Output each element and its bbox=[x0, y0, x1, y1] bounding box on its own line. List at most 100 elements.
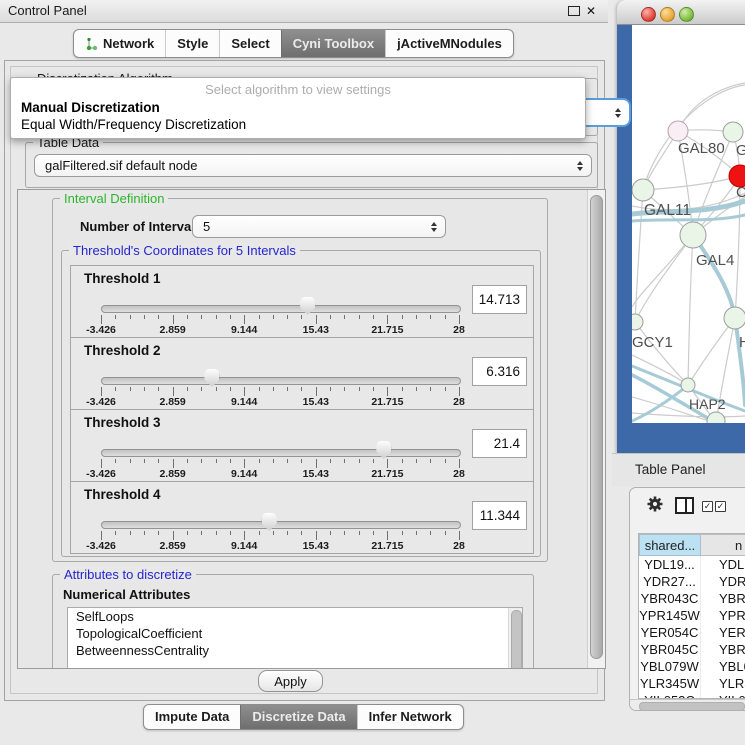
tab-discretize-data[interactable]: Discretize Data bbox=[240, 705, 356, 729]
network-node[interactable] bbox=[668, 121, 688, 141]
table-row[interactable]: YBR043CYBR0 bbox=[639, 590, 745, 607]
network-graph[interactable]: GAL80GACGAL11GAL4HGCY1HAP2 bbox=[632, 25, 745, 423]
threshold-value-field[interactable]: 11.344 bbox=[472, 501, 527, 530]
table-cell: YBR043C bbox=[639, 590, 701, 607]
tab-cyni-toolbox[interactable]: Cyni Toolbox bbox=[281, 30, 385, 57]
numerical-attributes-list: SelfLoopsTopologicalCoefficientBetweenne… bbox=[67, 607, 523, 669]
slider-track[interactable] bbox=[101, 377, 461, 385]
combobox-arrows-icon bbox=[577, 161, 583, 171]
table-cell: YIL052C bbox=[639, 692, 701, 699]
combobox-arrows-icon bbox=[615, 108, 621, 118]
threshold-value-field[interactable]: 14.713 bbox=[472, 285, 527, 314]
table-row[interactable]: YER054CYER0 bbox=[639, 624, 745, 641]
network-node[interactable] bbox=[681, 378, 695, 392]
network-node-label: HAP2 bbox=[689, 396, 726, 412]
table-row[interactable]: YLR345WYLR3 bbox=[639, 675, 745, 692]
table-row[interactable]: YBR045CYBR0 bbox=[639, 641, 745, 658]
tab-label: Style bbox=[177, 31, 208, 56]
table-row[interactable]: YBL079WYBL0 bbox=[639, 658, 745, 675]
tab-style[interactable]: Style bbox=[165, 30, 219, 57]
float-window-icon[interactable] bbox=[568, 6, 580, 16]
slider-track[interactable] bbox=[101, 449, 461, 457]
network-node[interactable] bbox=[632, 179, 654, 201]
table-cell: YDR2 bbox=[701, 573, 745, 590]
slider-track[interactable] bbox=[101, 305, 461, 313]
close-window-icon[interactable] bbox=[641, 7, 656, 22]
table-cell: YIL0 bbox=[701, 692, 745, 699]
table-horizontal-scrollbar[interactable] bbox=[630, 699, 745, 711]
table-scrollbar-thumb[interactable] bbox=[639, 702, 745, 711]
gear-icon[interactable] bbox=[646, 495, 664, 513]
table-panel-title: Table Panel bbox=[635, 462, 706, 477]
table-row[interactable]: YPR145WYPR1 bbox=[639, 607, 745, 624]
table-row[interactable]: YIL052CYIL0 bbox=[639, 692, 745, 699]
threshold-label: Threshold 1 bbox=[84, 271, 161, 286]
column-header-2[interactable]: n bbox=[701, 534, 745, 556]
close-panel-icon[interactable]: ✕ bbox=[586, 3, 596, 19]
number-of-intervals-combobox[interactable]: 5 bbox=[192, 215, 446, 238]
tab-infer-network[interactable]: Infer Network bbox=[357, 705, 463, 729]
network-edge-highlighted bbox=[735, 318, 745, 405]
network-node-label: GA bbox=[736, 142, 745, 159]
table-cell: YPR145W bbox=[639, 607, 701, 624]
tab-impute-data[interactable]: Impute Data bbox=[144, 705, 240, 729]
network-node[interactable] bbox=[724, 307, 745, 329]
attributes-group-title: Attributes to discretize bbox=[60, 567, 196, 582]
zoom-window-icon[interactable] bbox=[679, 7, 694, 22]
table-cell: YLR3 bbox=[701, 675, 745, 692]
table-cell: YBR0 bbox=[701, 641, 745, 658]
attribute-item[interactable]: SelfLoops bbox=[68, 608, 522, 625]
table-data-combobox[interactable]: galFiltered.sif default node bbox=[34, 154, 592, 177]
network-canvas[interactable]: GAL80GACGAL11GAL4HGCY1HAP2 bbox=[632, 25, 745, 423]
tab-jactivemnodules[interactable]: jActiveMNodules bbox=[385, 30, 513, 57]
threshold-panel-4: Threshold 4-3.4262.8599.14415.4321.71528… bbox=[70, 481, 534, 554]
network-window-titlebar[interactable] bbox=[617, 0, 745, 25]
threshold-value-field[interactable]: 21.4 bbox=[472, 429, 527, 458]
table-cell: YDL1 bbox=[701, 556, 745, 573]
column-header-1[interactable]: shared... bbox=[639, 534, 701, 556]
threshold-value-field[interactable]: 6.316 bbox=[472, 357, 527, 386]
table-cell: YER0 bbox=[701, 624, 745, 641]
slider-track[interactable] bbox=[101, 521, 461, 529]
settings-scrollbar[interactable] bbox=[587, 190, 605, 668]
popup-item-2[interactable]: Equal Width/Frequency Discretization bbox=[21, 117, 246, 132]
network-node[interactable] bbox=[680, 222, 706, 248]
combobox-arrows-icon bbox=[431, 222, 437, 232]
list-scrollbar-thumb[interactable] bbox=[511, 610, 522, 669]
attribute-item[interactable]: BetweennessCentrality bbox=[68, 642, 522, 659]
network-edge bbox=[635, 322, 688, 385]
table-row[interactable]: YDR27...YDR2 bbox=[639, 573, 745, 590]
attribute-item[interactable]: TopologicalCoefficient bbox=[68, 625, 522, 642]
popup-item-1[interactable]: Manual Discretization bbox=[21, 100, 160, 115]
table-row[interactable]: YDL19...YDL1 bbox=[639, 556, 745, 573]
settings-scrollbar-thumb[interactable] bbox=[590, 195, 603, 659]
minimize-window-icon[interactable] bbox=[660, 7, 675, 22]
network-edge bbox=[688, 235, 693, 385]
network-node[interactable] bbox=[632, 314, 643, 330]
thresholds-group: Threshold's Coordinates for 5 Intervals … bbox=[61, 250, 541, 557]
network-edge bbox=[635, 190, 643, 322]
panel-title: Control Panel bbox=[8, 0, 87, 22]
data-operation-tab-bar: Impute DataDiscretize DataInfer Network bbox=[143, 704, 464, 730]
split-panel-icon[interactable] bbox=[675, 497, 694, 514]
network-node[interactable] bbox=[723, 122, 743, 142]
checkbox-column-icon[interactable]: ✓ bbox=[702, 501, 713, 512]
tab-select[interactable]: Select bbox=[219, 30, 280, 57]
apply-button[interactable]: Apply bbox=[258, 670, 323, 692]
popup-placeholder-item[interactable]: Select algorithm to view settings bbox=[11, 82, 585, 97]
thresholds-group-title: Threshold's Coordinates for 5 Intervals bbox=[69, 243, 300, 258]
threshold-panel-3: Threshold 3-3.4262.8599.14415.4321.71528… bbox=[70, 409, 534, 482]
table-cell: YBL0 bbox=[701, 658, 745, 675]
list-scrollbar[interactable] bbox=[508, 608, 522, 669]
checkbox-column-icon-2[interactable]: ✓ bbox=[715, 501, 726, 512]
slider-tick-labels: -3.4262.8599.14415.4321.71528 bbox=[101, 324, 459, 336]
table-cell: YDR27... bbox=[639, 573, 701, 590]
cyni-toolbox-panel: Discretization Algorithm Select algorith… bbox=[4, 60, 605, 701]
tab-network[interactable]: Network bbox=[74, 30, 165, 57]
table-data-value: galFiltered.sif default node bbox=[45, 158, 197, 173]
numerical-attributes-label: Numerical Attributes bbox=[63, 587, 190, 602]
algorithm-dropdown-popup: Select algorithm to view settings Manual… bbox=[10, 77, 586, 139]
network-edge-highlighted bbox=[693, 235, 735, 318]
network-node-label: C bbox=[736, 184, 745, 201]
table-cell: YBL079W bbox=[639, 658, 701, 675]
